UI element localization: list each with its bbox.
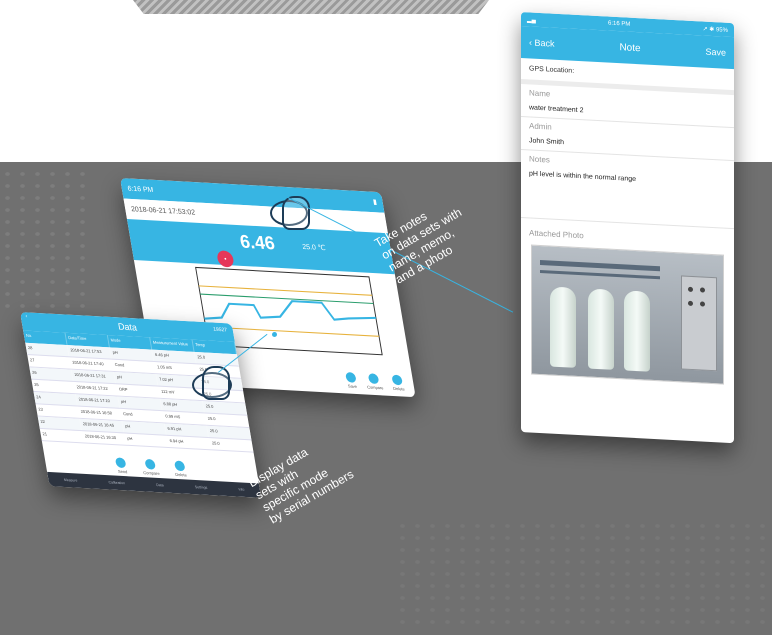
tab-settings[interactable]: Settings	[195, 485, 208, 490]
save-button[interactable]: Save	[705, 47, 726, 58]
table-cell: 6.94 pH	[166, 435, 212, 450]
table-cell: ORP	[116, 384, 161, 398]
table-cell: pH	[122, 421, 167, 435]
table-cell: 24	[33, 391, 78, 406]
table-cell: 23	[35, 404, 80, 418]
signal-icon: ▂▄	[527, 16, 536, 24]
table-cell: 2018-06-21 17:10	[75, 394, 121, 408]
measurement-temperature: 25.0 ℃	[301, 243, 327, 253]
measurement-status-time: 6:16 PM	[127, 184, 154, 194]
table-cell: 2018-06-21 17:53	[67, 345, 112, 359]
tab-calibration[interactable]: Calibration	[108, 480, 125, 485]
table-cell: pH	[109, 347, 155, 361]
tab-measure[interactable]: Measure	[64, 478, 78, 483]
table-cell: 6.46 pH	[152, 349, 197, 364]
table-cell: 2018-06-21 17:22	[73, 381, 119, 396]
measurement-value: 6.46	[238, 231, 277, 254]
save-button[interactable]: Save	[345, 372, 358, 389]
data-list-phone: ‹ Data 19527 No. Date/Time Mode Measurem…	[20, 312, 262, 498]
photo-pipe	[540, 259, 660, 272]
table-cell: 6.88 pH	[160, 398, 205, 413]
table-cell: 25	[31, 379, 76, 394]
compare-button[interactable]: Compare	[141, 458, 160, 476]
table-cell: Cond	[111, 359, 157, 374]
hand-pointer-icon	[202, 366, 230, 400]
table-cell: 25.0	[194, 351, 239, 366]
table-cell: 2018-06-21 17:31	[71, 369, 116, 384]
delete-button[interactable]: Delete	[391, 374, 405, 392]
table-cell: 22	[37, 416, 82, 431]
dot-pattern-bottom	[395, 520, 772, 630]
battery-icon: ▮	[372, 198, 378, 207]
note-status-right: ↗ ✱ 95%	[702, 26, 728, 34]
table-cell: pH	[114, 371, 159, 386]
connector-dot-data-top	[272, 332, 277, 337]
table-cell: 28	[25, 342, 70, 357]
photo-control-panel	[681, 275, 717, 372]
table-cell: 0.99 mS	[162, 411, 207, 425]
table-cell: 1.05 mS	[154, 361, 199, 376]
attached-photo[interactable]	[531, 244, 724, 385]
photo-tank	[624, 290, 650, 372]
data-list-title: Data	[117, 321, 138, 333]
table-cell: 26	[29, 367, 74, 381]
tab-data[interactable]: Data	[156, 483, 164, 487]
delete-button[interactable]: Delete	[173, 460, 187, 477]
table-cell: 25.0	[209, 438, 254, 452]
photo-tank	[588, 288, 614, 370]
delete-icon	[173, 460, 186, 472]
compare-icon	[144, 458, 156, 470]
note-status-time: 6:16 PM	[608, 20, 631, 28]
data-serial: 19527	[212, 326, 228, 334]
back-button[interactable]: ‹ Back	[529, 37, 555, 48]
tab-info[interactable]: Info	[238, 487, 244, 491]
photo-pipe	[540, 269, 660, 280]
photo-tank	[550, 286, 576, 368]
table-cell: 25.0	[205, 413, 250, 428]
hatched-stripe	[133, 0, 489, 14]
send-icon	[115, 457, 127, 469]
save-icon	[345, 372, 357, 383]
table-cell: 6.91 pH	[164, 423, 210, 438]
delete-icon	[391, 374, 404, 386]
table-cell: 2018-06-21 16:58	[77, 406, 123, 421]
table-cell: 2018-06-21 16:30	[82, 431, 127, 445]
table-cell: Cond	[120, 408, 165, 423]
measurement-date: 2018-06-21 17:53:02	[130, 205, 196, 217]
note-phone: ▂▄ 6:16 PM ↗ ✱ 95% ‹ Back Note Save GPS …	[521, 12, 734, 444]
table-cell: 25.0	[202, 401, 248, 415]
table-cell: 27	[27, 355, 72, 369]
table-cell: pH	[118, 396, 163, 411]
send-button[interactable]: Send	[115, 457, 128, 474]
table-cell: 21	[39, 428, 85, 443]
dot-pattern-left	[0, 168, 90, 308]
compare-icon	[367, 373, 380, 385]
table-cell: 25.0	[207, 425, 252, 440]
table-cell: pH	[124, 433, 169, 448]
table-cell: 2018-06-21 16:45	[80, 418, 125, 433]
table-cell: 2018-06-21 17:40	[69, 357, 114, 371]
compare-button[interactable]: Compare	[365, 373, 384, 390]
note-title: Note	[619, 41, 641, 54]
data-back-button[interactable]: ‹	[25, 313, 28, 319]
